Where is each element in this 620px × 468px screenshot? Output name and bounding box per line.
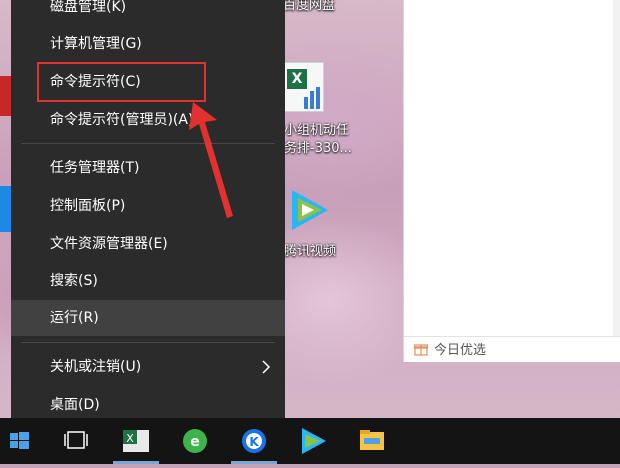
task-view-button[interactable] xyxy=(54,418,100,464)
divider xyxy=(404,336,620,337)
today-pick-label: 今日优选 xyxy=(434,343,487,358)
windows-start-icon xyxy=(10,432,29,449)
scrollbar[interactable] xyxy=(613,0,620,336)
menu-separator xyxy=(21,342,275,343)
menu-item-run[interactable]: 运行(R) xyxy=(11,300,285,336)
taskbar: X e K xyxy=(0,418,620,464)
task-view-icon xyxy=(64,431,88,449)
menu-item-computer-management[interactable]: 计算机管理(G) xyxy=(11,26,285,62)
svg-text:e: e xyxy=(190,434,200,450)
video-app-label: 腾讯视频 xyxy=(284,244,337,259)
svg-text:X: X xyxy=(126,432,134,445)
taskbar-k-app[interactable]: K xyxy=(231,418,277,464)
app-window: 今日优选 xyxy=(403,0,620,362)
excel-file-label-1: 小组机动任 xyxy=(284,123,350,138)
menu-item-shutdown[interactable]: 关机或注销(U) xyxy=(11,349,285,385)
excel-icon[interactable]: X xyxy=(284,62,324,112)
annotation-arrow xyxy=(189,102,233,218)
taskbar-video[interactable] xyxy=(290,418,336,464)
folder-icon xyxy=(360,430,384,450)
menu-item-search[interactable]: 搜索(S) xyxy=(11,263,285,299)
annotation-highlight-box xyxy=(37,62,206,102)
taskbar-browser[interactable]: e xyxy=(172,418,218,464)
menu-item-shutdown-label: 关机或注销(U) xyxy=(50,359,142,375)
menu-item-file-explorer[interactable]: 文件资源管理器(E) xyxy=(11,226,285,262)
start-button[interactable] xyxy=(0,418,48,464)
video-icon[interactable] xyxy=(284,186,334,234)
chevron-right-icon xyxy=(262,360,271,374)
browser-icon: e xyxy=(183,429,207,453)
video-icon xyxy=(302,428,326,454)
gift-icon xyxy=(414,343,428,356)
k-app-icon: K xyxy=(242,429,266,453)
menu-item-disk-management[interactable]: 磁盘管理(K) xyxy=(11,0,285,25)
today-pick-link[interactable]: 今日优选 xyxy=(414,339,486,358)
taskbar-excel[interactable]: X xyxy=(113,418,159,464)
excel-file-label-2: 务排-330... xyxy=(284,141,352,156)
excel-icon: X xyxy=(123,430,149,452)
svg-text:K: K xyxy=(249,435,259,449)
baidu-netdisk-label[interactable]: 百度网盘 xyxy=(283,0,335,14)
taskbar-file-explorer[interactable] xyxy=(349,418,395,464)
